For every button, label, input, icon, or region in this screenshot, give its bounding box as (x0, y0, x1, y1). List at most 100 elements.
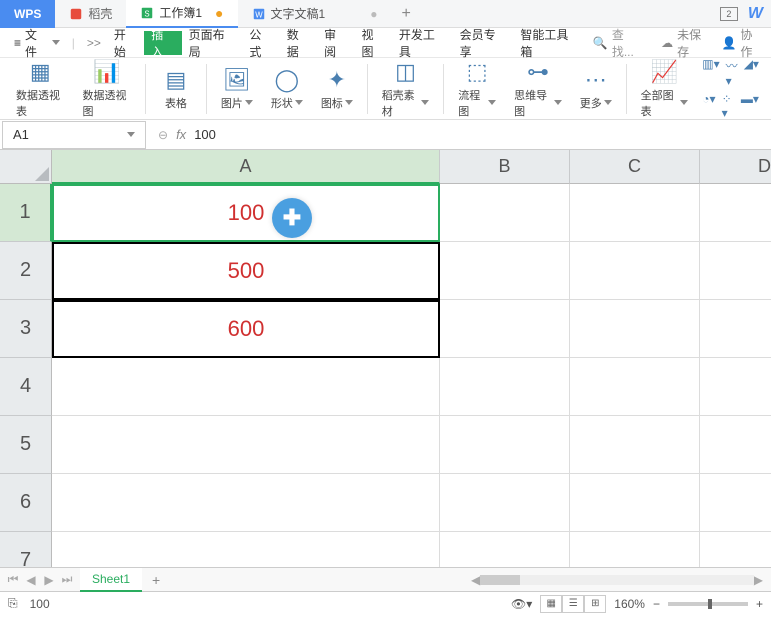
more-chevron[interactable]: >> (81, 36, 107, 50)
cancel-icon[interactable]: ⊖ (158, 128, 168, 142)
view-page-button[interactable]: ☰ (562, 595, 584, 613)
cell-A2[interactable]: 500 (52, 242, 440, 300)
scroll-right-icon[interactable]: ▶ (754, 573, 763, 587)
select-all-corner[interactable] (0, 150, 52, 184)
modified-dot-icon: ● (215, 5, 223, 21)
all-charts-button[interactable]: 📈 全部图表 (633, 55, 697, 123)
pivot-chart-button[interactable]: 📊 数据透视图 (75, 55, 140, 123)
cell-B6[interactable] (440, 474, 570, 532)
cell-D6[interactable] (700, 474, 771, 532)
wps-brand-tab[interactable]: WPS (0, 0, 55, 28)
cell-D3[interactable] (700, 300, 771, 358)
scroll-thumb[interactable] (480, 575, 520, 585)
cell-C3[interactable] (570, 300, 700, 358)
window-count-badge[interactable]: 2 (720, 7, 738, 21)
zoom-out-button[interactable]: − (653, 597, 660, 611)
row-header-3[interactable]: 3 (0, 300, 52, 358)
tab-member[interactable]: 会员专享 (453, 31, 514, 55)
sheet-nav-prev[interactable]: ◀ (22, 571, 40, 589)
cell-B5[interactable] (440, 416, 570, 474)
col-header-B[interactable]: B (440, 150, 570, 184)
cell-D5[interactable] (700, 416, 771, 474)
col-header-A[interactable]: A (52, 150, 440, 184)
eye-icon[interactable]: 👁▾ (511, 597, 532, 611)
docer-material-button[interactable]: ◫ 稻壳素材 (374, 55, 438, 123)
cell-C1[interactable] (570, 184, 700, 242)
col-header-D[interactable]: D (700, 150, 771, 184)
cell-B4[interactable] (440, 358, 570, 416)
tab-start[interactable]: 开始 (107, 31, 144, 55)
cell-D4[interactable] (700, 358, 771, 416)
cell-C7[interactable] (570, 532, 700, 567)
chevron-down-icon (554, 100, 562, 105)
cell-A1[interactable]: 100 (52, 184, 440, 242)
tab-data[interactable]: 数据 (280, 31, 317, 55)
row-header-4[interactable]: 4 (0, 358, 52, 416)
tab-smart-tools[interactable]: 智能工具箱 (513, 31, 585, 55)
chart-pie-icon[interactable]: ◔▾ (702, 92, 715, 120)
cell-C5[interactable] (570, 416, 700, 474)
docer-tab[interactable]: 稻壳 (55, 0, 126, 28)
cell-C2[interactable] (570, 242, 700, 300)
chart-scatter-icon[interactable]: ⁘▾ (722, 92, 735, 120)
cell-D2[interactable] (700, 242, 771, 300)
cell-A5[interactable] (52, 416, 440, 474)
chart-line-icon[interactable]: 〰▾ (726, 57, 738, 88)
tab-insert[interactable]: 插入 (144, 31, 181, 55)
chart-bar-icon[interactable]: ▥▾ (702, 57, 719, 88)
tab-formula[interactable]: 公式 (242, 31, 279, 55)
add-sheet-button[interactable]: + (142, 572, 170, 588)
view-normal-button[interactable]: ▦ (540, 595, 562, 613)
tab-dev[interactable]: 开发工具 (392, 31, 453, 55)
cell-B7[interactable] (440, 532, 570, 567)
sheet-nav-first[interactable]: ⏮ (4, 571, 22, 589)
new-tab-button[interactable]: + (391, 5, 420, 23)
doc-tab[interactable]: W 文字文稿1 ● (238, 0, 392, 28)
shape-button[interactable]: ◯ 形状 (263, 63, 311, 115)
cell-B1[interactable] (440, 184, 570, 242)
pivot-table-button[interactable]: ▦ 数据透视表 (8, 55, 73, 123)
chart-area-icon[interactable]: ◢▾ (744, 57, 759, 88)
image-button[interactable]: 🖼 图片 (213, 63, 261, 115)
more-button[interactable]: ⋯ 更多 (572, 63, 620, 115)
zoom-slider[interactable] (668, 602, 748, 606)
sheet-tab-sheet1[interactable]: Sheet1 (80, 568, 142, 592)
cell-D7[interactable] (700, 532, 771, 567)
sheet-nav-next[interactable]: ▶ (40, 571, 58, 589)
horizontal-scrollbar[interactable]: ◀ ▶ (471, 574, 771, 586)
formula-bar[interactable]: 100 (194, 127, 761, 142)
fx-icon[interactable]: fx (176, 127, 186, 142)
cell-B3[interactable] (440, 300, 570, 358)
cell-C4[interactable] (570, 358, 700, 416)
row-header-6[interactable]: 6 (0, 474, 52, 532)
cell-A4[interactable] (52, 358, 440, 416)
col-header-C[interactable]: C (570, 150, 700, 184)
row-header-2[interactable]: 2 (0, 242, 52, 300)
view-break-button[interactable]: ⊞ (584, 595, 606, 613)
workbook-tab[interactable]: S 工作簿1 ● (126, 0, 237, 28)
flowchart-button[interactable]: ⬚ 流程图 (450, 55, 504, 123)
row-header-7[interactable]: 7 (0, 532, 52, 567)
name-box[interactable]: A1 (2, 121, 146, 149)
chart-combo-icon[interactable]: ▬▾ (741, 92, 759, 120)
zoom-in-button[interactable]: + (756, 597, 763, 611)
icon-icon: ✦ (328, 67, 346, 93)
mindmap-button[interactable]: ⊶ 思维导图 (506, 55, 570, 123)
icon-button[interactable]: ✦ 图标 (313, 63, 361, 115)
cell-A3[interactable]: 600 (52, 300, 440, 358)
cell-B2[interactable] (440, 242, 570, 300)
row-header-1[interactable]: 1 (0, 184, 52, 242)
scroll-left-icon[interactable]: ◀ (471, 573, 480, 587)
cell-D1[interactable] (700, 184, 771, 242)
tab-page-layout[interactable]: 页面布局 (182, 31, 243, 55)
ribbon: ▦ 数据透视表 📊 数据透视图 ▤ 表格 🖼 图片 ◯ 形状 ✦ 图标 ◫ 稻壳… (0, 58, 771, 120)
tab-view[interactable]: 视图 (355, 31, 392, 55)
table-button[interactable]: ▤ 表格 (152, 63, 200, 115)
cell-A7[interactable] (52, 532, 440, 567)
cell-C6[interactable] (570, 474, 700, 532)
tab-review[interactable]: 审阅 (317, 31, 354, 55)
row-header-5[interactable]: 5 (0, 416, 52, 474)
status-icon[interactable]: ⎘ (8, 596, 18, 611)
cell-A6[interactable] (52, 474, 440, 532)
sheet-nav-last[interactable]: ⏭ (58, 571, 76, 589)
